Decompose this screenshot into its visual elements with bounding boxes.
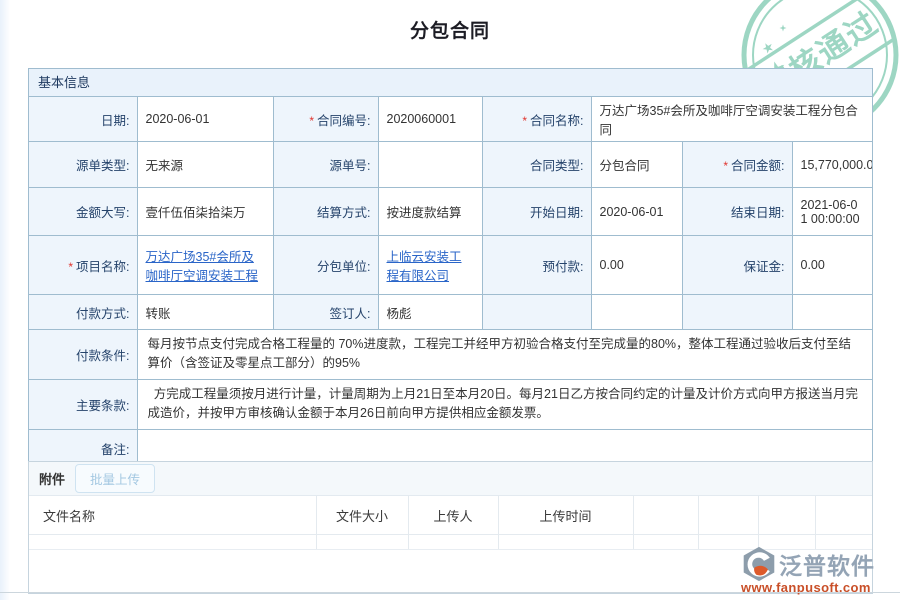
attachments-table: 文件名称 文件大小 上传人 上传时间 [29,496,872,550]
column-header-upload-time: 上传时间 [498,496,633,535]
source-type-value: 无来源 [137,142,273,188]
column-header-empty [758,496,815,535]
contract-name-value: 万达广场35#会所及咖啡厅空调安装工程分包合同 [591,97,872,142]
attachments-title: 附件 [39,469,65,488]
batch-upload-button[interactable]: 批量上传 [75,464,155,493]
table-row: 付款方式: 转账 签订人: 杨彪 [29,295,872,330]
empty-label-cell [682,295,792,330]
end-date-label: 结束日期: [682,188,792,236]
bottom-divider [0,592,900,593]
contract-type-value: 分包合同 [591,142,682,188]
advance-payment-value: 0.00 [591,236,682,295]
column-header-empty [698,496,758,535]
project-name-label: *项目名称: [29,236,137,295]
payment-terms-value: 每月按节点支付完成合格工程量的 70%进度款，工程完工并经甲方初验合格支付至完成… [137,330,872,380]
column-header-empty [633,496,698,535]
payment-method-label: 付款方式: [29,295,137,330]
date-label: 日期: [29,97,137,142]
main-clauses-label: 主要条款: [29,379,137,429]
column-header-uploader: 上传人 [408,496,498,535]
table-row: 金额大写: 壹仟伍佰柒拾柒万 结算方式: 按进度款结算 开始日期: 2020-0… [29,188,872,236]
main-clauses-value: 方完成工程量须按月进行计量，计量周期为上月21日至本月20日。每月21日乙方按合… [137,379,872,429]
deposit-value: 0.00 [792,236,872,295]
required-asterisk: * [309,114,314,128]
basic-info-panel: 基本信息 日期: 2020-06-01 *合同编号: 2020060001 *合… [28,68,873,468]
subcontractor-label: 分包单位: [273,236,378,295]
payment-terms-label: 付款条件: [29,330,137,380]
brand-name: 泛普软件 [779,547,875,581]
amount-words-value: 壹仟伍佰柒拾柒万 [137,188,273,236]
left-edge-strip [0,0,10,600]
source-no-label: 源单号: [273,142,378,188]
column-header-file-name: 文件名称 [29,496,316,535]
source-no-value [378,142,482,188]
end-date-value: 2021-06-01 00:00:00 [792,188,872,236]
empty-label-cell [482,295,591,330]
required-asterisk: * [723,159,728,173]
date-value: 2020-06-01 [137,97,273,142]
subcontractor-value: 上临云安装工程有限公司 [378,236,482,295]
basic-info-table: 日期: 2020-06-01 *合同编号: 2020060001 *合同名称: … [29,97,872,467]
project-name-link[interactable]: 万达广场35#会所及咖啡厅空调安装工程 [146,250,259,283]
page-title: 分包合同 [0,16,900,43]
project-name-value: 万达广场35#会所及咖啡厅空调安装工程 [137,236,273,295]
empty-value-cell [591,295,682,330]
signer-label: 签订人: [273,295,378,330]
payment-method-value: 转账 [137,295,273,330]
contract-amount-label: *合同金额: [682,142,792,188]
source-type-label: 源单类型: [29,142,137,188]
subcontract-page: 分包合同 审核通过 基本信息 [0,0,900,600]
signer-value: 杨彪 [378,295,482,330]
required-asterisk: * [522,114,527,128]
table-row: 付款条件: 每月按节点支付完成合格工程量的 70%进度款，工程完工并经甲方初验合… [29,330,872,380]
start-date-label: 开始日期: [482,188,591,236]
table-row: *项目名称: 万达广场35#会所及咖啡厅空调安装工程 分包单位: 上临云安装工程… [29,236,872,295]
settlement-value: 按进度款结算 [378,188,482,236]
table-row: 源单类型: 无来源 源单号: 合同类型: 分包合同 *合同金额: 15,770,… [29,142,872,188]
contract-no-value: 2020060001 [378,97,482,142]
table-row: 日期: 2020-06-01 *合同编号: 2020060001 *合同名称: … [29,97,872,142]
subcontractor-link[interactable]: 上临云安装工程有限公司 [387,250,462,283]
contract-type-label: 合同类型: [482,142,591,188]
fanpu-logo: 泛普软件 www.fanpusoft.com [741,546,891,595]
column-header-empty [815,496,872,535]
contract-amount-value: 15,770,000.00 [792,142,872,188]
settlement-label: 结算方式: [273,188,378,236]
fanpu-logo-icon [741,546,777,582]
column-header-file-size: 文件大小 [316,496,408,535]
empty-value-cell [792,295,872,330]
advance-payment-label: 预付款: [482,236,591,295]
deposit-label: 保证金: [682,236,792,295]
amount-words-label: 金额大写: [29,188,137,236]
required-asterisk: * [68,260,73,274]
start-date-value: 2020-06-01 [591,188,682,236]
contract-no-label: *合同编号: [273,97,378,142]
table-row: 主要条款: 方完成工程量须按月进行计量，计量周期为上月21日至本月20日。每月2… [29,379,872,429]
basic-info-section-title: 基本信息 [29,69,872,97]
attachments-header-row: 文件名称 文件大小 上传人 上传时间 [29,496,872,535]
contract-name-label: *合同名称: [482,97,591,142]
